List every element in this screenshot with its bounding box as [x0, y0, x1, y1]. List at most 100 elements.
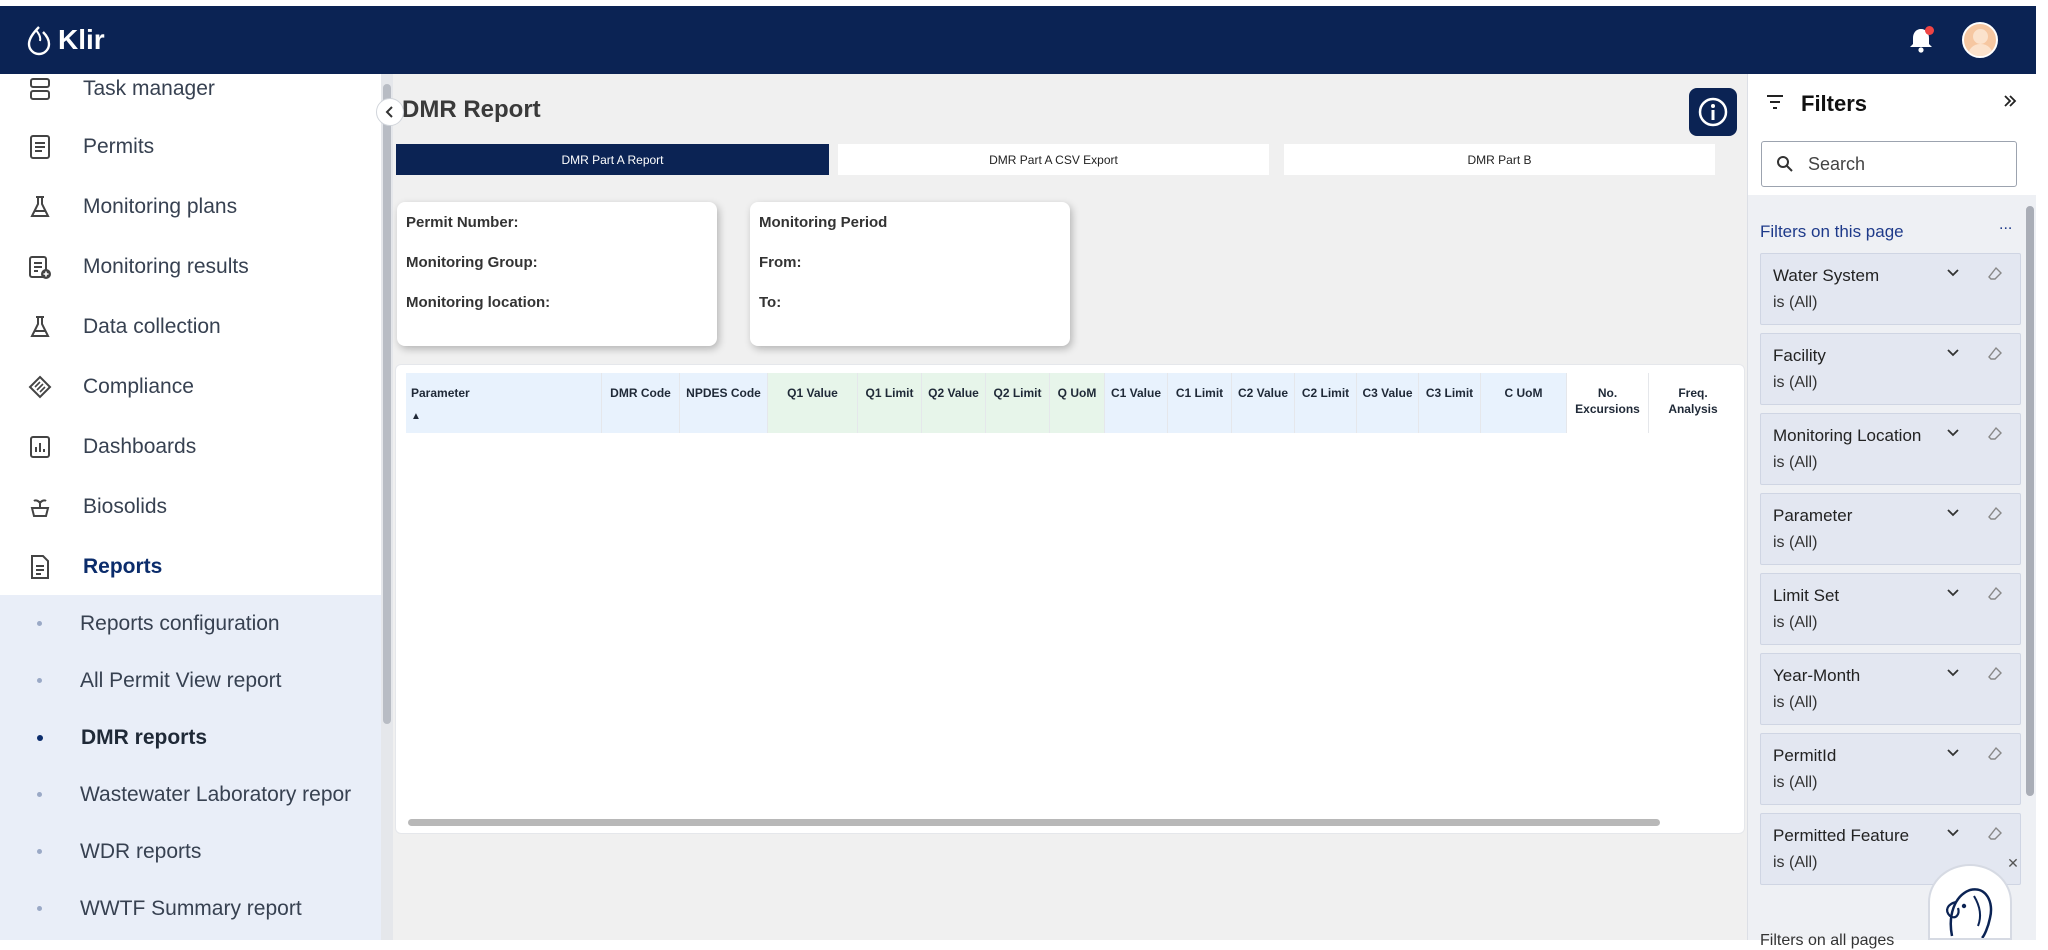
- filter-name: PermitId: [1773, 746, 1837, 765]
- sidebar-item-dashboards[interactable]: Dashboards: [0, 418, 381, 476]
- clear-filter-eraser-icon[interactable]: [1987, 666, 2003, 682]
- sidebar-item-label: Data collection: [83, 315, 221, 338]
- clear-filter-eraser-icon[interactable]: [1987, 266, 2003, 282]
- dmr-table: Parameter ▲ DMR Code NPDES Code Q1 Value…: [395, 364, 1745, 834]
- column-header-dmr-code[interactable]: DMR Code: [602, 373, 680, 433]
- sidebar-item-label: Compliance: [83, 375, 194, 398]
- filters-pane: Filters Filters on this page ... Water S…: [1747, 74, 2037, 949]
- filter-name: Permitted Feature: [1773, 826, 1910, 845]
- table-horizontal-scrollbar[interactable]: [408, 819, 1660, 826]
- tab-dmr-part-b[interactable]: DMR Part B: [1284, 144, 1715, 175]
- submenu-item-wdr-reports[interactable]: WDR reports: [0, 823, 381, 880]
- chevron-down-icon[interactable]: [1946, 588, 1960, 598]
- collapse-sidebar-button[interactable]: [376, 98, 404, 126]
- column-header-npdes-code[interactable]: NPDES Code: [680, 373, 768, 433]
- bullet: [37, 906, 42, 911]
- table-header: Parameter ▲ DMR Code NPDES Code Q1 Value…: [406, 373, 1737, 433]
- clipboard-plus-icon: [27, 254, 53, 280]
- filter-value: is (All): [1773, 614, 1818, 631]
- filter-search-box[interactable]: [1761, 141, 2017, 187]
- submenu-item-reports-configuration[interactable]: Reports configuration: [0, 595, 381, 652]
- close-icon[interactable]: ✕: [2003, 853, 2023, 873]
- column-header-c1-value[interactable]: C1 Value: [1105, 373, 1168, 433]
- column-header-freq-analysis[interactable]: Freq. Analysis: [1649, 373, 1737, 433]
- column-header-q1-value[interactable]: Q1 Value: [768, 373, 858, 433]
- app-name: Klir: [58, 24, 105, 55]
- clear-filter-eraser-icon[interactable]: [1987, 506, 2003, 522]
- filter-card-year-month[interactable]: Year-Month is (All): [1760, 653, 2021, 725]
- filter-card-water-system[interactable]: Water System is (All): [1760, 253, 2021, 325]
- sidebar-item-permits[interactable]: Permits: [0, 118, 381, 176]
- permit-info-card: Permit Number: Monitoring Group: Monitor…: [397, 202, 717, 346]
- search-icon: [1777, 156, 1793, 172]
- column-header-no-excursions[interactable]: No. Excursions: [1567, 373, 1649, 433]
- filter-name: Year-Month: [1773, 666, 1861, 685]
- info-button[interactable]: [1689, 88, 1737, 136]
- clear-filter-eraser-icon[interactable]: [1987, 746, 2003, 762]
- filter-value: is (All): [1773, 454, 1818, 471]
- column-header-q2-limit[interactable]: Q2 Limit: [986, 373, 1050, 433]
- filter-search-input[interactable]: [1808, 153, 1988, 175]
- filter-card-facility[interactable]: Facility is (All): [1760, 333, 2021, 405]
- submenu-item-all-permit-view-report[interactable]: All Permit View report: [0, 652, 381, 709]
- sidebar-item-monitoring-results[interactable]: Monitoring results: [0, 238, 381, 296]
- column-header-q1-limit[interactable]: Q1 Limit: [858, 373, 922, 433]
- submenu-item-label: WDR reports: [80, 839, 202, 863]
- tab-dmr-part-a-csv-export[interactable]: DMR Part A CSV Export: [838, 144, 1269, 175]
- column-header-c1-limit[interactable]: C1 Limit: [1168, 373, 1232, 433]
- chevron-down-icon[interactable]: [1946, 668, 1960, 678]
- report-canvas: DMR Report DMR Part A Report DMR Part A …: [393, 74, 1747, 940]
- chevron-down-icon[interactable]: [1946, 748, 1960, 758]
- column-header-parameter[interactable]: Parameter ▲: [406, 373, 602, 433]
- submenu-item-wwtf-summary-report[interactable]: WWTF Summary report: [0, 880, 381, 937]
- clear-filter-eraser-icon[interactable]: [1987, 346, 2003, 362]
- filter-card-monitoring-location[interactable]: Monitoring Location is (All): [1760, 413, 2021, 485]
- column-header-c-uom[interactable]: C UoM: [1481, 373, 1567, 433]
- submenu-item-dmr-reports[interactable]: DMR reports: [0, 709, 381, 766]
- bullet: [37, 621, 42, 626]
- chevron-left-icon: [385, 106, 393, 118]
- sidebar-item-reports[interactable]: Reports: [0, 538, 381, 596]
- sidebar-item-label: Permits: [83, 135, 155, 158]
- chevron-down-icon[interactable]: [1946, 508, 1960, 518]
- clear-filter-eraser-icon[interactable]: [1987, 426, 2003, 442]
- collapse-pane-icon[interactable]: [2003, 94, 2017, 108]
- tab-dmr-part-a-report[interactable]: DMR Part A Report: [396, 144, 829, 175]
- chevron-down-icon[interactable]: [1946, 348, 1960, 358]
- sidebar-scrollbar[interactable]: [381, 74, 393, 940]
- submenu-item-wastewater-laboratory-report[interactable]: Wastewater Laboratory repor: [0, 766, 381, 823]
- clear-filter-eraser-icon[interactable]: [1987, 586, 2003, 602]
- sidebar: Task manager Permits Monitoring plans Mo…: [0, 74, 381, 940]
- chevron-down-icon[interactable]: [1946, 268, 1960, 278]
- filter-name: Limit Set: [1773, 586, 1840, 605]
- info-icon: [1698, 97, 1728, 127]
- sidebar-item-data-collection[interactable]: Data collection: [0, 298, 381, 356]
- column-header-c2-value[interactable]: C2 Value: [1232, 373, 1295, 433]
- filter-card-permitid[interactable]: PermitId is (All): [1760, 733, 2021, 805]
- column-header-c3-limit[interactable]: C3 Limit: [1419, 373, 1481, 433]
- app-logo[interactable]: Klir: [26, 24, 105, 56]
- sidebar-item-compliance[interactable]: Compliance: [0, 358, 381, 416]
- filter-card-limit-set[interactable]: Limit Set is (All): [1760, 573, 2021, 645]
- sidebar-item-biosolids[interactable]: Biosolids: [0, 478, 381, 536]
- column-header-c2-limit[interactable]: C2 Limit: [1295, 373, 1357, 433]
- column-header-q-uom[interactable]: Q UoM: [1050, 373, 1105, 433]
- sidebar-item-task-manager[interactable]: Task manager: [0, 74, 381, 118]
- assistant-mascot-button[interactable]: [1928, 864, 2012, 940]
- filters-scrollbar[interactable]: [2026, 206, 2034, 796]
- sort-ascending-icon[interactable]: ▲: [411, 409, 596, 425]
- notifications-bell-icon[interactable]: [1906, 25, 1936, 55]
- user-avatar[interactable]: [1962, 22, 1998, 58]
- more-options-button[interactable]: ...: [1999, 216, 2012, 234]
- filter-card-parameter[interactable]: Parameter is (All): [1760, 493, 2021, 565]
- clear-filter-eraser-icon[interactable]: [1987, 826, 2003, 842]
- hatched-shape-icon: [27, 374, 53, 400]
- column-header-q2-value[interactable]: Q2 Value: [922, 373, 986, 433]
- column-header-c3-value[interactable]: C3 Value: [1357, 373, 1419, 433]
- filter-name: Monitoring Location: [1773, 426, 1922, 445]
- flask-icon: [27, 314, 53, 340]
- chevron-down-icon[interactable]: [1946, 428, 1960, 438]
- sidebar-item-monitoring-plans[interactable]: Monitoring plans: [0, 178, 381, 236]
- chevron-down-icon[interactable]: [1946, 828, 1960, 838]
- filter-name: Parameter: [1773, 506, 1853, 525]
